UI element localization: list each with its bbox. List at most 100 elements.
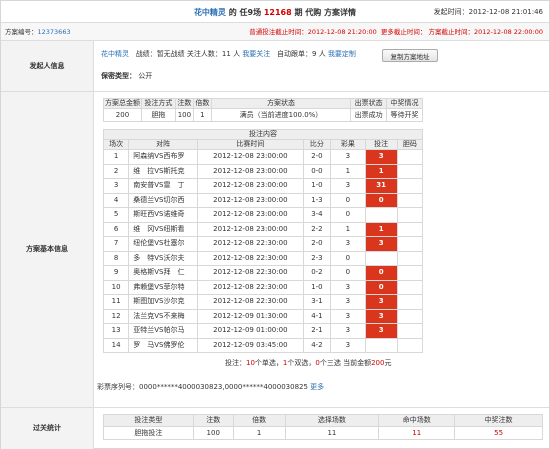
match-score: 1-0 [302,279,332,295]
bet-header-cell: 比赛时间 [197,139,304,150]
match-time: 2012-12-08 23:00:00 [197,149,304,165]
stats-header-cell: 注数 [192,414,234,427]
ticket-more-link[interactable]: 更多 [310,383,324,391]
record-label: 战绩： [135,50,157,58]
banker-mark [396,207,424,223]
match-score: 2-1 [302,323,332,339]
title-mid: 的 任9场 [225,8,264,17]
customize-link[interactable]: 我要定制 [328,50,356,58]
match-score: 2-2 [302,221,332,237]
banker-mark [396,221,424,237]
match-time: 2012-12-08 23:00:00 [197,221,304,237]
banker-mark [396,265,424,281]
bet-row: 8多 特VS沃尔夫 2012-12-08 22:30:00 2-3 0 [102,250,424,266]
deadline-normal-label: 普通投注截止时间： [249,28,308,36]
bet-pick: 0 [364,279,398,295]
bet-pick: 0 [364,265,398,281]
banker-mark [396,236,424,252]
summary-cell: 200 [103,108,142,122]
summary-row: 200 胆拖 100 1 满员（当前进度100.0%） 出票成功 等待开奖 [103,108,423,122]
match-score: 0-2 [302,265,332,281]
bet-pick: 3 [364,236,398,252]
stats-header-row: 投注类型 注数 倍数 选择场数 命中场数 中奖注数 [103,414,543,427]
match-result: 0 [330,207,366,223]
match-result: 0 [330,250,366,266]
match-number: 6 [102,221,130,237]
bet-pick: 1 [364,163,398,179]
match-teams: 桑德兰VS切尔西 [128,192,199,208]
scheme-detail-page: 花中精灵 的 任9场 12168 期 代购 方案详情 发起时间：2012-12-… [0,0,550,449]
summary-header-cell: 方案状态 [210,98,352,109]
deadline-normal-value: 2012-12-08 21:20:00 [307,28,377,36]
single-count: 10 [246,359,255,367]
banker-mark [396,178,424,194]
match-teams: 阿森纳VS西布罗 [128,149,199,165]
match-teams: 维 拉VS斯托克 [128,163,199,179]
match-score: 0-0 [302,163,332,179]
match-score: 2-0 [302,236,332,252]
banker-mark [396,250,424,266]
basic-info-section-label: 方案基本信息 [1,92,94,407]
bet-row: 7 纽伦堡VS杜塞尔 2012-12-08 22:30:00 2-0 3 3 [102,236,424,252]
bet-content-table: 投注内容 场次 对阵 比赛时间 比分 彩果 投注 胆码 1 阿森纳VS西布罗 201… [102,129,424,353]
match-score: 2-3 [302,250,332,266]
match-time: 2012-12-09 01:00:00 [197,323,304,339]
record-value: 暂无战绩 [156,50,185,58]
initiator-section-label: 发起人信息 [1,41,94,91]
banker-mark [396,294,424,310]
match-teams: 纽伦堡VS杜塞尔 [128,236,199,252]
follow-link[interactable]: 我要关注 [242,50,270,58]
bet-row: 3 南安普VS雷 丁 2012-12-08 23:00:00 1-0 3 31 [102,178,424,194]
bet-row: 5 斯旺西VS诺维奇 2012-12-08 23:00:00 3-4 0 [102,207,424,223]
privacy-value: 公开 [138,72,153,80]
match-time: 2012-12-08 22:30:00 [197,294,304,310]
match-result: 1 [330,221,366,237]
deadline-more-link[interactable]: 更多截止时间： [381,28,427,36]
deadline-bar: 普通投注截止时间：2012-12-08 21:20:00 更多截止时间： 方案截… [249,29,543,36]
bet-pick [364,250,398,266]
followers-count: 11 [221,50,231,58]
stats-cell: 胆拖投注 [103,426,194,440]
followers-label: 关注人数： [184,50,222,58]
publish-time-label: 发起时间： [433,8,469,16]
match-score: 3-4 [302,207,332,223]
banker-mark [396,192,424,208]
match-score: 4-2 [302,337,332,353]
stats-cell: 1 [232,426,286,440]
summary-header-cell: 倍数 [192,98,212,109]
match-score: 1-0 [302,178,332,194]
ticket-label: 彩票序列号： [97,383,139,391]
match-number: 2 [102,163,130,179]
bet-pick: 3 [364,308,398,324]
initiator-name-link[interactable]: 花中精灵 [101,50,129,58]
match-result: 3 [330,236,366,252]
banker-mark [396,279,424,295]
current-amount: 200 [371,359,385,367]
bet-pick: 3 [364,294,398,310]
bet-row: 6维 冈VS纽斯看 2012-12-08 23:00:00 2-2 1 1 [102,221,424,237]
match-time: 2012-12-08 22:30:00 [197,236,304,252]
summary-cell: 100 [174,108,194,122]
ticket-number: 0000******4000030823,0000******400003082… [139,383,308,391]
summary-cell: 胆拖 [140,108,176,122]
bet-title: 投注内容 [103,129,423,140]
title-suffix: 期 代购 方案详情 [291,8,357,17]
initiator-content: 花中精灵 战绩：暂无战绩 关注人数：11 人 我要关注 自动跟单：9 人 我要定… [95,41,549,91]
match-time: 2012-12-08 23:00:00 [197,163,304,179]
bet-summary-text: 个单选， [254,359,283,367]
bet-header-row: 场次 对阵 比赛时间 比分 彩果 投注 胆码 [102,139,424,150]
bet-row: 12 法兰克VS不来梅 2012-12-09 01:30:00 4-1 3 3 [102,308,424,324]
bet-pick: 31 [364,178,398,194]
bet-header-cell: 胆码 [396,139,424,150]
summary-header-row: 方案总金额 投注方式 注数 倍数 方案状态 出票状态 中奖情况 [103,98,423,109]
match-number: 14 [102,337,130,353]
bet-header-cell: 投注 [364,139,398,150]
auto-follow-label: 自动跟单： [277,50,312,58]
bet-header-cell: 对阵 [128,139,199,150]
bet-title-row: 投注内容 [103,129,423,140]
stats-header-cell: 选择场数 [284,414,380,427]
amount-unit: 元 [384,359,392,367]
title-user: 花中精灵 [193,8,226,17]
copy-scheme-url-button[interactable]: 复制方案地址 [382,49,438,62]
match-number: 4 [102,192,130,208]
